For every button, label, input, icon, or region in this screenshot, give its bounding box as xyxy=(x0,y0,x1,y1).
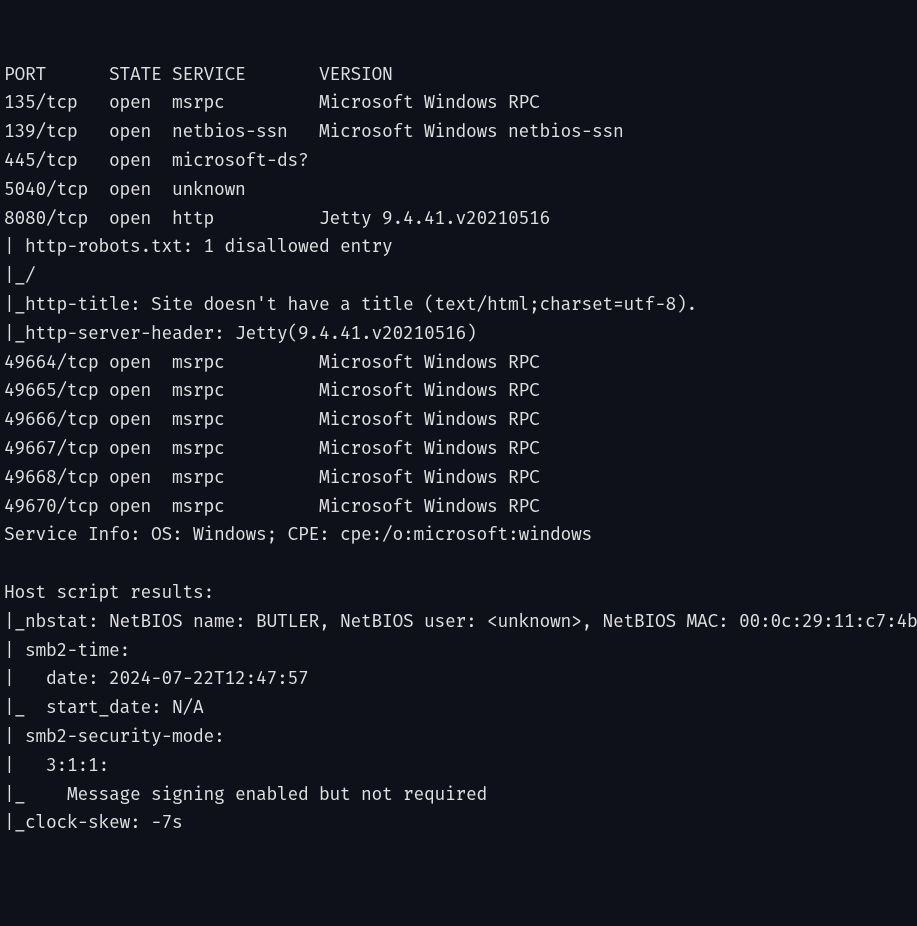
port-line: 445/tcp open microsoft-ds? xyxy=(4,149,309,171)
http-script-line: | http-robots.txt: 1 disallowed entry xyxy=(4,235,393,257)
port-line: 49665/tcp open msrpc Microsoft Windows R… xyxy=(4,379,540,401)
host-script-line: |_clock-skew: -7s xyxy=(4,811,183,833)
port-line: 139/tcp open netbios-ssn Microsoft Windo… xyxy=(4,120,624,142)
terminal-output[interactable]: PORT STATE SERVICE VERSION 135/tcp open … xyxy=(4,60,913,838)
http-script-line: |_/ xyxy=(4,264,36,286)
port-line: 8080/tcp open http Jetty 9.4.41.v2021051… xyxy=(4,207,550,229)
service-info-line: Service Info: OS: Windows; CPE: cpe:/o:m… xyxy=(4,523,592,545)
host-script-line: | smb2-time: xyxy=(4,639,130,661)
http-script-line: |_http-title: Site doesn't have a title … xyxy=(4,293,697,315)
host-script-line: | smb2-security-mode: xyxy=(4,725,225,747)
port-line: 135/tcp open msrpc Microsoft Windows RPC xyxy=(4,91,540,113)
host-script-line: |_nbstat: NetBIOS name: BUTLER, NetBIOS … xyxy=(4,610,917,632)
port-line: 49664/tcp open msrpc Microsoft Windows R… xyxy=(4,351,540,373)
host-script-line: | 3:1:1: xyxy=(4,754,109,776)
port-line: 49670/tcp open msrpc Microsoft Windows R… xyxy=(4,495,540,517)
port-line: 49667/tcp open msrpc Microsoft Windows R… xyxy=(4,437,540,459)
http-script-line: |_http-server-header: Jetty(9.4.41.v2021… xyxy=(4,322,477,344)
host-script-line: |_ Message signing enabled but not requi… xyxy=(4,783,487,805)
port-line: 5040/tcp open unknown xyxy=(4,178,246,200)
port-line: 49668/tcp open msrpc Microsoft Windows R… xyxy=(4,466,540,488)
port-line: 49666/tcp open msrpc Microsoft Windows R… xyxy=(4,408,540,430)
host-script-line: | date: 2024-07-22T12:47:57 xyxy=(4,667,309,689)
port-header: PORT STATE SERVICE VERSION xyxy=(4,63,393,85)
host-script-header: Host script results: xyxy=(4,581,214,603)
host-script-line: |_ start_date: N/A xyxy=(4,696,204,718)
